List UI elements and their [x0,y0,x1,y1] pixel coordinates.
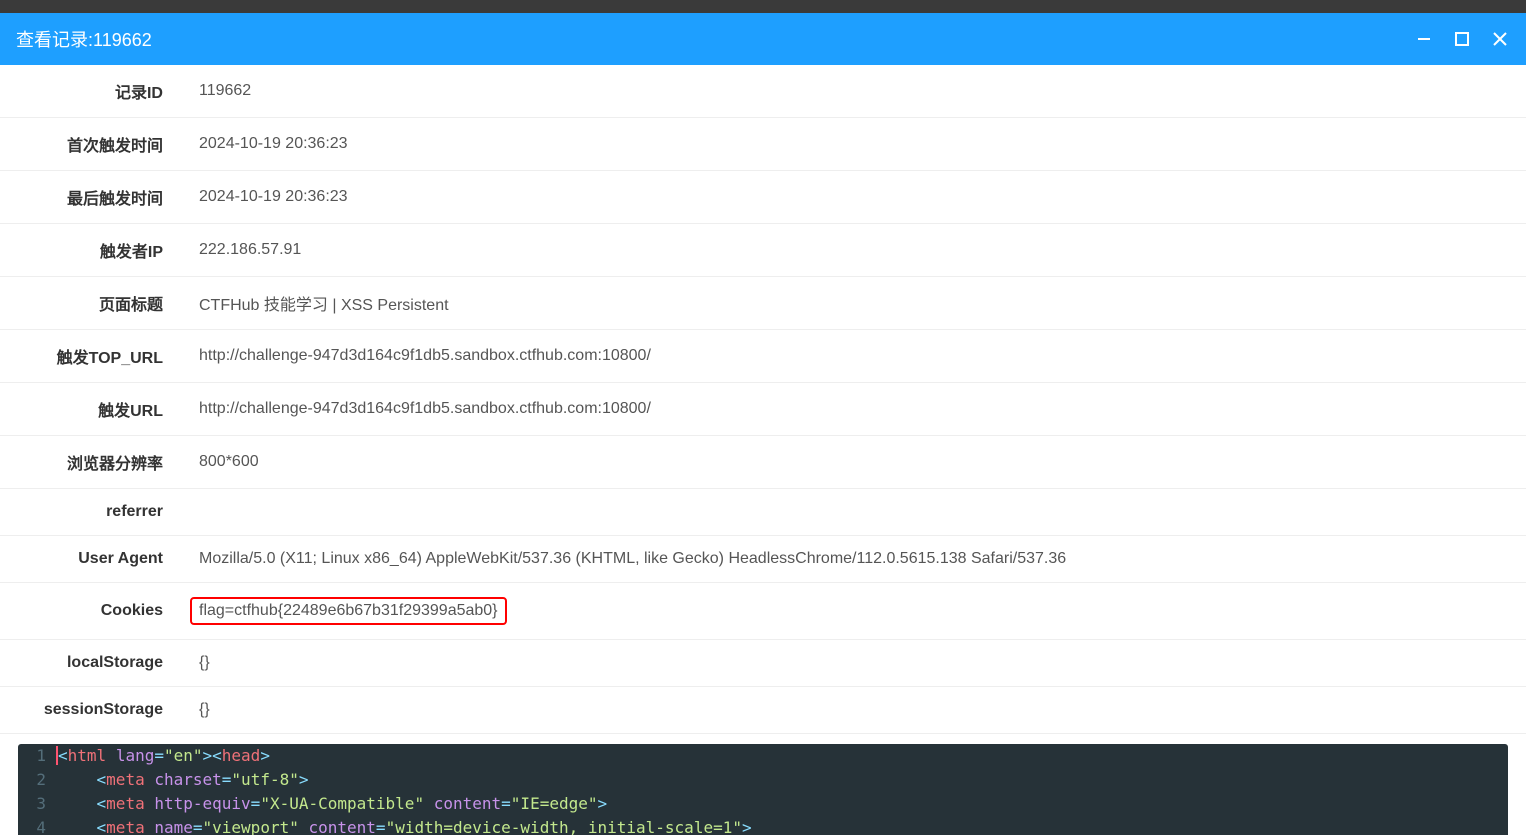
dialog-title-bar: 查看记录:119662 [0,13,1526,65]
field-label: 记录ID [0,65,163,118]
field-value: 800*600 [163,436,1526,489]
dialog-title-id: 119662 [93,30,152,50]
code-line: <meta charset="utf-8"> [58,768,1508,792]
field-value: 2024-10-19 20:36:23 [163,171,1526,224]
table-row: 最后触发时间2024-10-19 20:36:23 [0,171,1526,224]
field-value: Mozilla/5.0 (X11; Linux x86_64) AppleWeb… [163,536,1526,583]
code-line: <meta http-equiv="X-UA-Compatible" conte… [58,792,1508,816]
field-label: localStorage [0,640,163,687]
field-value: 222.186.57.91 [163,224,1526,277]
field-label: 触发者IP [0,224,163,277]
browser-tab-strip [0,0,1526,13]
code-line-number: 4 [18,816,58,835]
field-value: 119662 [163,65,1526,118]
field-label: 触发TOP_URL [0,330,163,383]
dialog-title-prefix: 查看记录: [16,30,93,50]
field-value: {} [163,687,1526,734]
field-value: flag=ctfhub{22489e6b67b31f29399a5ab0} [163,583,1526,640]
highlighted-value: flag=ctfhub{22489e6b67b31f29399a5ab0} [190,597,507,625]
field-label: sessionStorage [0,687,163,734]
table-row: 触发TOP_URLhttp://challenge-947d3d164c9f1d… [0,330,1526,383]
table-row: User AgentMozilla/5.0 (X11; Linux x86_64… [0,536,1526,583]
table-row: localStorage{} [0,640,1526,687]
minimize-icon[interactable] [1414,29,1434,49]
field-label: 最后触发时间 [0,171,163,224]
html-source-panel[interactable]: 1 <html lang="en"><head> 2 <meta charset… [18,744,1508,835]
table-row: 页面标题CTFHub 技能学习 | XSS Persistent [0,277,1526,330]
field-label: 页面标题 [0,277,163,330]
field-value: 2024-10-19 20:36:23 [163,118,1526,171]
code-line: <html lang="en"><head> [58,744,1508,768]
field-value: http://challenge-947d3d164c9f1db5.sandbo… [163,330,1526,383]
code-line: <meta name="viewport" content="width=dev… [58,816,1508,835]
dialog-title: 查看记录:119662 [16,26,152,52]
field-label: 首次触发时间 [0,118,163,171]
field-label: referrer [0,489,163,536]
field-value: http://challenge-947d3d164c9f1db5.sandbo… [163,383,1526,436]
table-row: 记录ID119662 [0,65,1526,118]
window-controls [1414,29,1510,49]
maximize-icon[interactable] [1452,29,1472,49]
dialog-content[interactable]: 记录ID119662首次触发时间2024-10-19 20:36:23最后触发时… [0,65,1526,835]
field-value: CTFHub 技能学习 | XSS Persistent [163,277,1526,330]
table-row: Cookies flag=ctfhub{22489e6b67b31f29399a5… [0,583,1526,640]
field-value: {} [163,640,1526,687]
table-row: sessionStorage{} [0,687,1526,734]
table-row: 触发者IP222.186.57.91 [0,224,1526,277]
table-row: 浏览器分辨率800*600 [0,436,1526,489]
field-label: 触发URL [0,383,163,436]
table-row: 首次触发时间2024-10-19 20:36:23 [0,118,1526,171]
field-label: Cookies [0,583,163,640]
table-row: 触发URLhttp://challenge-947d3d164c9f1db5.s… [0,383,1526,436]
code-line-number: 1 [18,744,58,768]
code-line-number: 2 [18,768,58,792]
record-detail-table: 记录ID119662首次触发时间2024-10-19 20:36:23最后触发时… [0,65,1526,734]
field-label: User Agent [0,536,163,583]
field-value [163,489,1526,536]
field-label: 浏览器分辨率 [0,436,163,489]
close-icon[interactable] [1490,29,1510,49]
code-line-number: 3 [18,792,58,816]
table-row: referrer [0,489,1526,536]
